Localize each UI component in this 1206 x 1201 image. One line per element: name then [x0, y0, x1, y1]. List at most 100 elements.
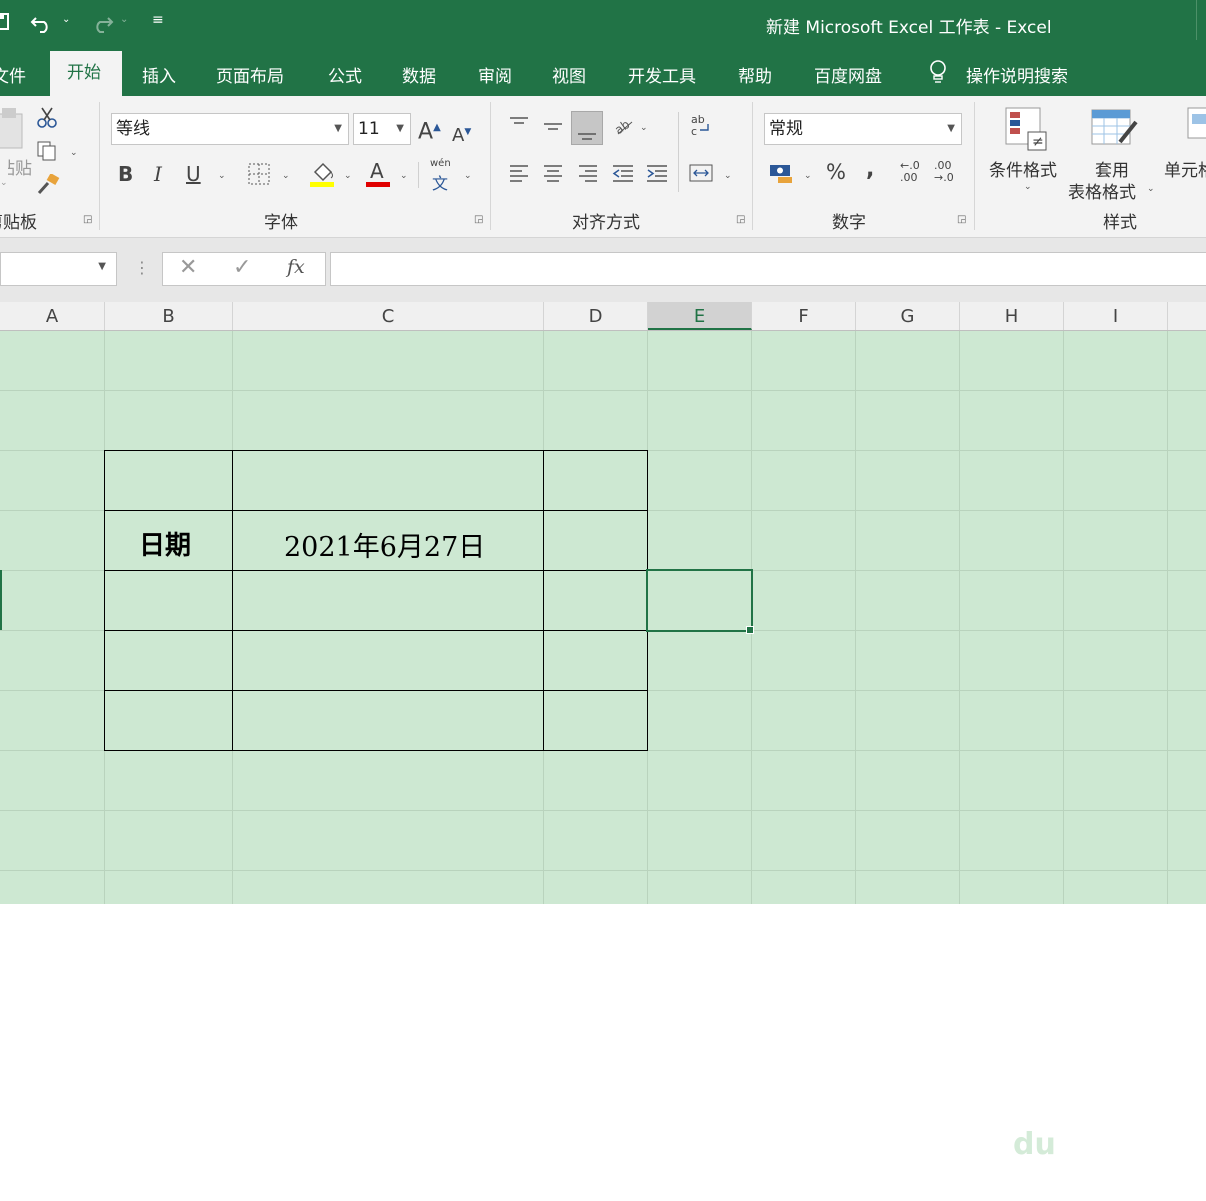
font-name-combo[interactable]: 等线 ▼	[111, 113, 349, 145]
table-border	[104, 690, 648, 691]
align-left-icon[interactable]	[508, 162, 530, 189]
copy-icon[interactable]	[36, 140, 58, 167]
tab-formulas[interactable]: 公式	[328, 62, 362, 87]
fill-color-icon[interactable]	[310, 160, 336, 193]
column-header-f[interactable]: F	[752, 302, 856, 330]
gridline	[855, 331, 856, 904]
align-right-icon[interactable]	[577, 162, 599, 189]
tell-me-search[interactable]: 操作说明搜索	[966, 62, 1068, 87]
conditional-formatting-label[interactable]: 条件格式	[989, 156, 1057, 181]
selected-cell-e5[interactable]	[646, 569, 753, 632]
tab-view[interactable]: 视图	[552, 62, 586, 87]
confirm-entry-icon[interactable]: ✓	[233, 255, 251, 280]
phonetic-dropdown-icon[interactable]: ⌄	[464, 171, 472, 181]
percent-style-icon[interactable]: %	[826, 162, 846, 183]
format-as-table-dropdown-icon[interactable]: ⌄	[1147, 184, 1155, 194]
conditional-dropdown-icon[interactable]: ⌄	[1024, 182, 1032, 192]
cancel-entry-icon[interactable]: ✕	[179, 255, 197, 280]
column-header-a[interactable]: A	[0, 302, 105, 330]
column-header-c[interactable]: C	[233, 302, 544, 330]
tab-page-layout[interactable]: 页面布局	[216, 62, 284, 87]
tab-home[interactable]: 开始	[50, 51, 122, 96]
align-top-icon[interactable]	[508, 114, 530, 139]
column-header-d[interactable]: D	[544, 302, 648, 330]
decrease-decimal-icon[interactable]: .00 →.0	[934, 160, 954, 184]
worksheet-grid[interactable]: 日期 2021年6月27日 Bai du 经验 jingyan.baidu.co…	[0, 331, 1206, 1201]
number-format-combo[interactable]: 常规 ▼	[764, 113, 962, 145]
wrap-text-icon[interactable]: ab c	[690, 112, 714, 143]
orientation-dropdown-icon[interactable]: ⌄	[640, 123, 648, 133]
comma-style-icon[interactable]: ,	[866, 159, 874, 181]
chevron-down-icon[interactable]: ▼	[98, 261, 106, 272]
increase-decimal-icon[interactable]: ←.0.00	[900, 160, 920, 184]
align-middle-icon[interactable]	[542, 116, 564, 141]
table-border	[104, 570, 648, 571]
column-header-e[interactable]: E	[648, 302, 752, 330]
cell-c4-date[interactable]: 2021年6月27日	[284, 525, 485, 564]
insert-function-icon[interactable]: fx	[287, 256, 305, 278]
underline-icon[interactable]: U	[186, 164, 201, 184]
align-center-icon[interactable]	[542, 162, 564, 189]
tab-review[interactable]: 审阅	[478, 62, 512, 87]
underline-dropdown-icon[interactable]: ⌄	[218, 171, 226, 181]
cut-icon[interactable]	[36, 106, 58, 133]
format-painter-icon[interactable]	[36, 173, 60, 201]
clipboard-launcher-icon[interactable]: ◲	[83, 214, 94, 225]
conditional-formatting-icon[interactable]: ≠	[1004, 106, 1048, 156]
increase-font-size-icon[interactable]: A▲	[418, 118, 441, 143]
group-divider	[490, 102, 491, 230]
tab-file[interactable]: 文件	[0, 62, 26, 87]
decrease-font-size-icon[interactable]: A▼	[452, 122, 471, 146]
accounting-format-icon[interactable]	[768, 162, 794, 189]
alignment-launcher-icon[interactable]: ◲	[736, 214, 747, 225]
copy-dropdown-icon[interactable]: ⌄	[70, 148, 78, 158]
fill-color-dropdown-icon[interactable]: ⌄	[344, 171, 352, 181]
format-as-table-icon[interactable]	[1090, 106, 1140, 156]
column-header-g[interactable]: G	[856, 302, 960, 330]
cell-styles-icon[interactable]	[1186, 106, 1206, 150]
tab-baidu-netdisk[interactable]: 百度网盘	[814, 62, 882, 87]
tab-insert[interactable]: 插入	[142, 62, 176, 87]
italic-icon[interactable]: I	[154, 164, 162, 184]
undo-dropdown-icon[interactable]: ⌄	[62, 14, 70, 25]
align-bottom-button[interactable]	[571, 111, 603, 145]
tab-data[interactable]: 数据	[402, 62, 436, 87]
column-header-i[interactable]: I	[1064, 302, 1168, 330]
font-size-value: 11	[358, 119, 380, 139]
number-launcher-icon[interactable]: ◲	[957, 214, 968, 225]
paste-icon[interactable]	[0, 106, 26, 154]
font-color-icon[interactable]: A	[366, 159, 392, 193]
svg-text:≠: ≠	[1032, 134, 1044, 150]
bold-icon[interactable]: B	[118, 164, 133, 184]
paste-dropdown-icon[interactable]: ⌄	[0, 178, 8, 188]
merge-dropdown-icon[interactable]: ⌄	[724, 171, 732, 181]
paw-icon: du	[1003, 1097, 1063, 1167]
formula-input[interactable]	[330, 252, 1206, 286]
font-launcher-icon[interactable]: ◲	[474, 214, 485, 225]
watermark-brand-du: du	[1013, 1127, 1056, 1162]
group-divider	[99, 102, 100, 230]
column-header-b[interactable]: B	[105, 302, 233, 330]
orientation-icon[interactable]: ab	[612, 116, 634, 143]
save-icon[interactable]	[0, 12, 10, 37]
column-header-h[interactable]: H	[960, 302, 1064, 330]
borders-dropdown-icon[interactable]: ⌄	[282, 171, 290, 181]
increase-indent-icon[interactable]	[645, 162, 669, 189]
accounting-dropdown-icon[interactable]: ⌄	[804, 171, 812, 181]
cell-b4-label[interactable]: 日期	[139, 525, 191, 562]
name-box[interactable]: ▼	[0, 252, 117, 286]
cell-styles-label[interactable]: 单元格	[1164, 156, 1206, 181]
gridline	[1063, 331, 1064, 904]
tab-help[interactable]: 帮助	[738, 62, 772, 87]
decrease-indent-icon[interactable]	[611, 162, 635, 189]
borders-icon[interactable]	[247, 162, 271, 191]
merge-center-icon[interactable]	[688, 162, 714, 189]
font-color-dropdown-icon[interactable]: ⌄	[400, 171, 408, 181]
undo-icon[interactable]	[30, 10, 56, 39]
font-size-combo[interactable]: 11 ▼	[353, 113, 411, 145]
customize-qat-icon[interactable]: ≡	[152, 12, 164, 28]
phonetic-guide-icon[interactable]: wén	[430, 158, 451, 169]
tab-developer[interactable]: 开发工具	[628, 62, 696, 87]
fill-handle[interactable]	[746, 626, 754, 634]
format-as-table-label-bottom[interactable]: 表格格式	[1068, 178, 1136, 203]
